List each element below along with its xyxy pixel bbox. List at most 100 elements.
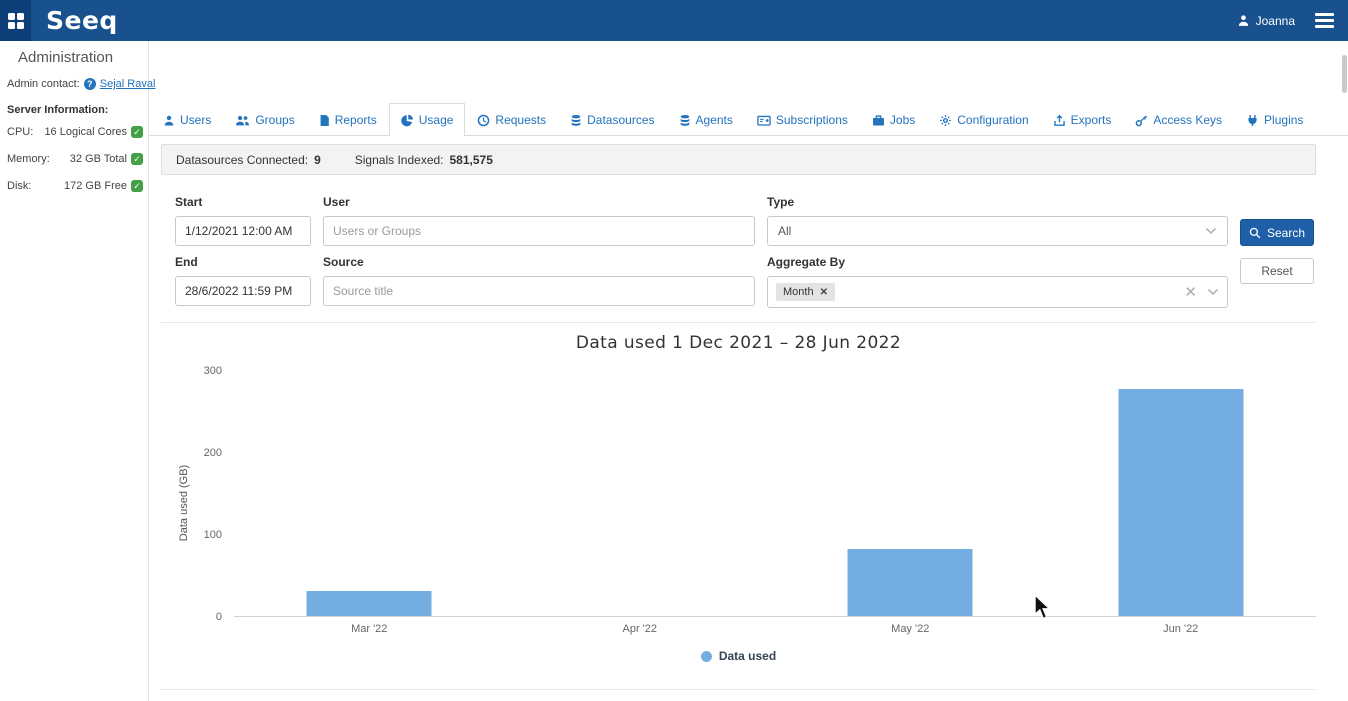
aggregate-tag-month[interactable]: Month ✕ xyxy=(776,283,835,301)
remove-tag-icon[interactable]: ✕ xyxy=(820,287,828,298)
y-axis-title: Data used (GB) xyxy=(178,465,190,541)
aggregate-by-label: Aggregate By xyxy=(767,255,1228,269)
tab-label: Exports xyxy=(1071,113,1112,127)
app-grid-button[interactable] xyxy=(0,0,31,41)
seeq-logo[interactable]: Seeq xyxy=(46,6,118,35)
y-tick-label: 200 xyxy=(204,447,222,459)
tab-reports[interactable]: Reports xyxy=(307,103,389,136)
user-input[interactable] xyxy=(323,216,755,246)
tab-groups[interactable]: Groups xyxy=(223,103,306,136)
signals-indexed-value: 581,575 xyxy=(450,153,493,167)
tab-users[interactable]: Users xyxy=(151,103,223,136)
tab-label: Subscriptions xyxy=(776,113,848,127)
clear-selection-icon[interactable]: ✕ xyxy=(1184,285,1197,300)
search-button[interactable]: Search xyxy=(1240,219,1314,246)
y-tick-label: 300 xyxy=(204,365,222,377)
tab-label: Users xyxy=(180,113,211,127)
chevron-down-icon[interactable] xyxy=(1207,288,1219,296)
bar-may-22[interactable] xyxy=(848,549,973,616)
topbar: Seeq Joanna xyxy=(0,0,1348,41)
check-icon: ✓ xyxy=(131,126,143,138)
datasources-connected-label: Datasources Connected: xyxy=(176,153,308,167)
hamburger-menu-icon[interactable] xyxy=(1315,10,1334,32)
stat-value: 32 GB Total xyxy=(70,153,127,165)
server-info-label: Server Information: xyxy=(7,104,141,116)
stat-value: 16 Logical Cores xyxy=(44,126,127,138)
report-icon xyxy=(319,114,330,127)
bar-mar-22[interactable] xyxy=(307,591,432,616)
y-tick-label: 0 xyxy=(216,611,222,623)
signals-indexed-label: Signals Indexed: xyxy=(355,153,444,167)
chart-legend[interactable]: Data used xyxy=(161,649,1316,663)
stat-label: Disk: xyxy=(7,180,31,192)
tab-jobs[interactable]: Jobs xyxy=(860,103,927,136)
tab-datasources[interactable]: Datasources xyxy=(558,103,666,136)
plot-area xyxy=(234,371,1316,617)
user-menu[interactable]: Joanna xyxy=(1237,14,1295,28)
main-panel: Users Groups Reports UsageRequests Datasourc… xyxy=(149,41,1348,701)
usage-chart: Data used 1 Dec 2021 – 28 Jun 2022 Data … xyxy=(161,322,1316,690)
legend-marker xyxy=(701,651,712,662)
tab-usage[interactable]: Usage xyxy=(389,103,466,136)
type-label: Type xyxy=(767,195,1228,209)
summary-strip: Datasources Connected: 9 Signals Indexed… xyxy=(161,144,1316,175)
export-icon xyxy=(1053,114,1066,127)
tab-label: Groups xyxy=(255,113,294,127)
reset-button[interactable]: Reset xyxy=(1240,258,1314,284)
aggregate-by-select[interactable]: Month ✕ ✕ xyxy=(767,276,1228,308)
tab-agents[interactable]: Agents xyxy=(667,103,745,136)
end-date-input[interactable] xyxy=(175,276,311,306)
search-icon xyxy=(1249,227,1261,239)
admin-contact-label: Admin contact: xyxy=(7,78,80,90)
user-label: User xyxy=(323,195,755,209)
source-input[interactable] xyxy=(323,276,755,306)
user-name: Joanna xyxy=(1256,14,1295,28)
tab-requests[interactable]: Requests xyxy=(465,103,558,136)
tab-configuration[interactable]: Configuration xyxy=(927,103,1040,136)
page-title: Administration xyxy=(18,49,141,66)
type-select[interactable]: All xyxy=(767,216,1228,246)
x-tick-label: Mar '22 xyxy=(234,623,505,635)
stat-value: 172 GB Free xyxy=(64,180,127,192)
user-avatar-icon xyxy=(1237,14,1250,27)
tab-label: Datasources xyxy=(587,113,654,127)
chart-title: Data used 1 Dec 2021 – 28 Jun 2022 xyxy=(161,333,1316,353)
tab-access-keys[interactable]: Access Keys xyxy=(1123,103,1234,136)
tab-label: Plugins xyxy=(1264,113,1303,127)
chart-category-slot xyxy=(505,371,776,616)
requests-icon xyxy=(477,114,490,127)
datasources-connected-value: 9 xyxy=(314,153,321,167)
briefcase-icon xyxy=(872,114,885,127)
admin-contact-link[interactable]: Sejal Raval xyxy=(100,78,156,90)
user-icon xyxy=(163,114,175,127)
database-icon xyxy=(679,114,691,127)
database-icon xyxy=(570,114,582,127)
stat-label: CPU: xyxy=(7,126,33,138)
help-icon[interactable]: ? xyxy=(84,78,96,90)
grid-icon xyxy=(8,13,24,29)
vertical-scrollbar-thumb[interactable] xyxy=(1342,55,1347,93)
x-tick-label: Apr '22 xyxy=(505,623,776,635)
y-tick-label: 100 xyxy=(204,529,222,541)
tab-plugins[interactable]: Plugins xyxy=(1234,103,1315,136)
chart-category-slot xyxy=(234,371,505,616)
chart-category-slot xyxy=(775,371,1046,616)
chevron-down-icon xyxy=(1205,227,1217,235)
start-label: Start xyxy=(175,195,311,209)
bar-jun-22[interactable] xyxy=(1118,389,1243,616)
stat-label: Memory: xyxy=(7,153,50,165)
source-label: Source xyxy=(323,255,755,269)
tab-label: Reports xyxy=(335,113,377,127)
start-date-input[interactable] xyxy=(175,216,311,246)
tab-subscriptions[interactable]: Subscriptions xyxy=(745,103,860,136)
x-tick-label: May '22 xyxy=(775,623,1046,635)
usage-icon xyxy=(401,114,414,127)
reset-button-label: Reset xyxy=(1261,264,1292,278)
plugin-icon xyxy=(1246,114,1259,127)
stat-row-memory: Memory: 32 GB Total ✓ xyxy=(7,153,143,165)
users-icon xyxy=(235,114,250,127)
type-selected-value: All xyxy=(778,224,791,238)
tab-exports[interactable]: Exports xyxy=(1041,103,1124,136)
x-tick-label: Jun '22 xyxy=(1046,623,1317,635)
check-icon: ✓ xyxy=(131,153,143,165)
